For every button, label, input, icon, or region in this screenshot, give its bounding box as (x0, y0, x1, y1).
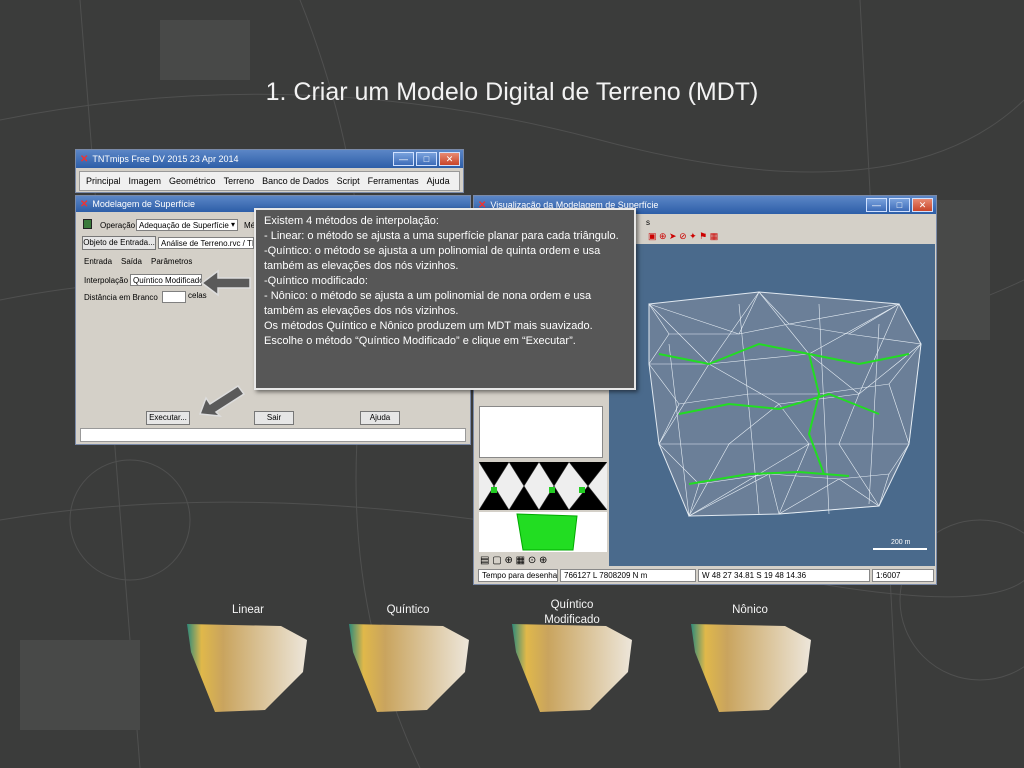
menu-geometrico[interactable]: Geométrico (169, 176, 216, 186)
label-quintic: Quíntico (386, 604, 430, 616)
dem-linear-image (187, 624, 307, 712)
interpolation-callout: Existem 4 métodos de interpolação: - Lin… (254, 208, 636, 390)
operation-select[interactable]: Adequação de Superfície ▾ (136, 219, 238, 231)
doc-icon (83, 219, 92, 229)
tin-thumbnail (479, 512, 607, 552)
maximize-icon[interactable]: □ (416, 152, 437, 166)
app-icon: ✕ (80, 153, 89, 165)
legend-panel (479, 406, 603, 458)
interpolation-select[interactable]: Quíntico Modificado (130, 274, 202, 286)
callout-line: Existem 4 métodos de interpolação: (264, 215, 439, 227)
status-scale: 1:6007 (872, 569, 934, 582)
callout-line: -Quíntico: o método se ajusta a um polin… (264, 245, 601, 272)
menu-banco-de-dados[interactable]: Banco de Dados (262, 176, 329, 186)
callout-line: - Nônico: o método se ajusta a um polino… (264, 290, 592, 317)
input-object-field: Análise de Terreno.rvc / TIN (158, 237, 254, 249)
dialog-title: Modelagem de Superfície (92, 199, 195, 209)
viz-menu[interactable]: s (646, 218, 650, 227)
tntmips-main-window: ✕ TNTmips Free DV 2015 23 Apr 2014 — □ ✕… (75, 149, 464, 193)
label-nonic: Nônico (732, 604, 768, 616)
label-linear: Linear (232, 604, 264, 616)
menu-ajuda[interactable]: Ajuda (427, 176, 450, 186)
minimize-icon[interactable]: — (393, 152, 414, 166)
input-object-button[interactable]: Objeto de Entrada... (82, 236, 156, 250)
dem-modified-quintic-image (512, 624, 632, 712)
dem-nonic-image (691, 624, 811, 712)
zoom-toolbar[interactable]: ▤ ▢ ⊕ ▦ ⊙ ⊕ (480, 555, 547, 566)
status-geo: W 48 27 34.81 S 19 48 14.36 (698, 569, 870, 582)
app-icon: ✕ (80, 198, 89, 210)
operation-label: Operação (100, 221, 136, 230)
tin-thumbnail-strip (479, 462, 607, 510)
close-icon[interactable]: ✕ (912, 198, 933, 212)
status-coords: 766127 L 7808209 N m (560, 569, 696, 582)
help-button[interactable]: Ajuda (360, 411, 400, 425)
tab-entrada[interactable]: Entrada (84, 257, 112, 266)
tin-map-view[interactable]: 200 m (609, 244, 935, 566)
arrow-pointer-icon (200, 269, 251, 297)
dem-quintic-image (349, 624, 469, 712)
menu-principal[interactable]: Principal (86, 176, 121, 186)
callout-line: Escolhe o método “Quíntico Modificado” e… (264, 335, 576, 347)
interpolation-label: Interpolação (84, 276, 129, 285)
chevron-down-icon: ▾ (230, 220, 235, 229)
tab-saida[interactable]: Saída (121, 257, 142, 266)
menu-script[interactable]: Script (337, 176, 360, 186)
arrow-execute-icon (198, 384, 246, 417)
close-icon[interactable]: ✕ (439, 152, 460, 166)
blank-distance-input[interactable] (162, 291, 186, 303)
slide-title: 1. Criar um Modelo Digital de Terreno (M… (265, 78, 759, 106)
status-time: Tempo para desenhar (478, 569, 558, 582)
callout-line: Os métodos Quíntico e Nônico produzem um… (264, 320, 593, 332)
tab-parametros[interactable]: Parâmetros (151, 257, 192, 266)
menu-imagem[interactable]: Imagem (129, 176, 162, 186)
minimize-icon[interactable]: — (866, 198, 887, 212)
callout-line: -Quíntico modificado: (264, 275, 368, 287)
maximize-icon[interactable]: □ (889, 198, 910, 212)
viz-toolbar: ▣ ⊕ ➤ ⊘ ✦ ⚑ ▦ (648, 231, 719, 241)
main-menubar: Principal Imagem Geométrico Terreno Banc… (79, 171, 460, 191)
scale-bar-label: 200 m (891, 539, 911, 546)
execute-button[interactable]: Executar... (146, 411, 190, 425)
main-window-title: TNTmips Free DV 2015 23 Apr 2014 (92, 154, 239, 164)
callout-line: - Linear: o método se ajusta a uma super… (264, 230, 619, 242)
exit-button[interactable]: Sair (254, 411, 294, 425)
blank-distance-label: Distância em Branco (84, 293, 158, 302)
dialog-status-bar (80, 428, 466, 442)
menu-terreno[interactable]: Terreno (224, 176, 255, 186)
main-window-titlebar[interactable]: ✕ TNTmips Free DV 2015 23 Apr 2014 — □ ✕ (76, 150, 463, 168)
menu-ferramentas[interactable]: Ferramentas (368, 176, 419, 186)
